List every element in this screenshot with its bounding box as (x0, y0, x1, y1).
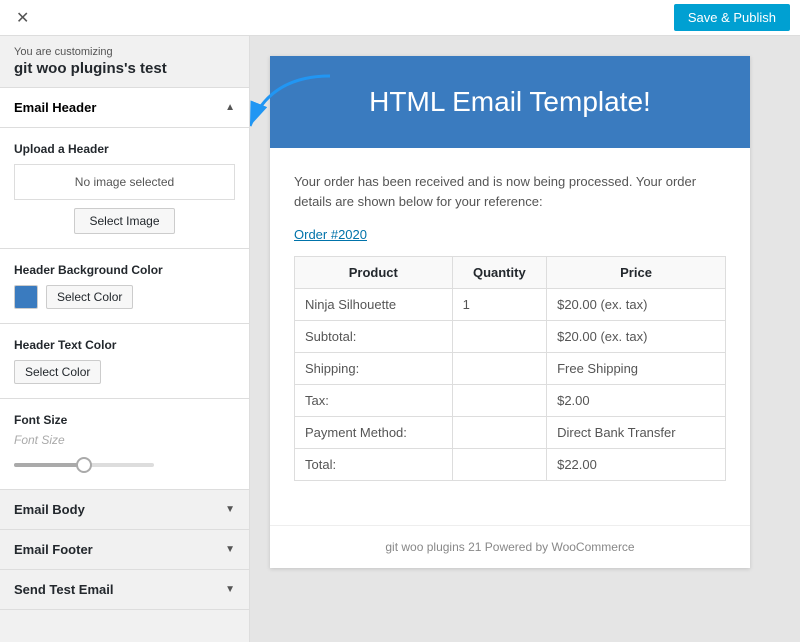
header-bg-color-section: Header Background Color Select Color (0, 249, 249, 324)
email-body-label: Email Body (14, 502, 85, 517)
font-size-title: Font Size (14, 413, 235, 427)
table-cell: $20.00 (ex. tax) (547, 321, 726, 353)
email-footer-text: git woo plugins 21 Powered by WooCommerc… (385, 540, 634, 554)
upload-header-section: Upload a Header No image selected Select… (0, 128, 249, 249)
table-cell: Tax: (295, 385, 453, 417)
table-cell: Free Shipping (547, 353, 726, 385)
email-footer-section[interactable]: Email Footer ▼ (0, 530, 249, 570)
header-bg-color-title: Header Background Color (14, 263, 235, 277)
chevron-down-icon: ▼ (225, 504, 235, 515)
chevron-down-icon-3: ▼ (225, 584, 235, 595)
email-footer-label: Email Footer (14, 542, 93, 557)
table-row: Subtotal: $20.00 (ex. tax) (295, 321, 726, 353)
table-cell: Direct Bank Transfer (547, 417, 726, 449)
send-test-email-label: Send Test Email (14, 582, 113, 597)
image-placeholder: No image selected (14, 164, 235, 200)
email-header: HTML Email Template! (270, 56, 750, 148)
table-cell: Subtotal: (295, 321, 453, 353)
font-size-slider-fill (14, 463, 84, 467)
table-cell (452, 385, 547, 417)
font-size-slider-container (14, 455, 235, 475)
table-cell: 1 (452, 289, 547, 321)
save-publish-button[interactable]: Save & Publish (674, 4, 790, 31)
email-body: Your order has been received and is now … (270, 148, 750, 525)
main-layout: You are customizing git woo plugins's te… (0, 36, 800, 642)
email-footer: git woo plugins 21 Powered by WooCommerc… (270, 525, 750, 568)
send-test-email-section[interactable]: Send Test Email ▼ (0, 570, 249, 610)
sidebar: You are customizing git woo plugins's te… (0, 36, 250, 642)
email-header-section[interactable]: Email Header ▲ (0, 88, 249, 128)
font-size-placeholder: Font Size (14, 433, 235, 447)
table-cell (452, 417, 547, 449)
content-area: HTML Email Template! Your order has been… (250, 36, 800, 642)
order-intro-text: Your order has been received and is now … (294, 172, 726, 211)
header-text-color-section: Header Text Color Select Color (0, 324, 249, 399)
header-bg-color-swatch[interactable] (14, 285, 38, 309)
font-size-section: Font Size Font Size (0, 399, 249, 490)
table-cell (452, 321, 547, 353)
table-cell: Shipping: (295, 353, 453, 385)
table-row: Payment Method: Direct Bank Transfer (295, 417, 726, 449)
order-table: Product Quantity Price Ninja Silhouette1… (294, 256, 726, 481)
header-text-color-title: Header Text Color (14, 338, 235, 352)
header-text-select-color-button[interactable]: Select Color (14, 360, 101, 384)
table-row: Tax: $2.00 (295, 385, 726, 417)
table-cell: Ninja Silhouette (295, 289, 453, 321)
customizing-label: You are customizing (0, 36, 249, 60)
header-bg-color-row: Select Color (14, 285, 235, 309)
email-preview: HTML Email Template! Your order has been… (270, 56, 750, 568)
preview-wrapper: HTML Email Template! Your order has been… (270, 56, 780, 622)
table-header-row: Product Quantity Price (295, 257, 726, 289)
table-cell: Payment Method: (295, 417, 453, 449)
table-cell: $2.00 (547, 385, 726, 417)
header-bg-select-color-button[interactable]: Select Color (46, 285, 133, 309)
table-row: Ninja Silhouette1$20.00 (ex. tax) (295, 289, 726, 321)
chevron-up-icon: ▲ (225, 102, 235, 113)
table-cell (452, 449, 547, 481)
table-row: Total: $22.00 (295, 449, 726, 481)
select-image-button[interactable]: Select Image (74, 208, 174, 234)
email-header-label: Email Header (14, 100, 96, 115)
chevron-down-icon-2: ▼ (225, 544, 235, 555)
email-header-title: HTML Email Template! (294, 86, 726, 118)
table-cell: $22.00 (547, 449, 726, 481)
font-size-slider-track (14, 463, 154, 467)
col-product: Product (295, 257, 453, 289)
table-cell: Total: (295, 449, 453, 481)
table-cell: $20.00 (ex. tax) (547, 289, 726, 321)
top-bar: ✕ Save & Publish (0, 0, 800, 36)
table-row: Shipping: Free Shipping (295, 353, 726, 385)
header-text-color-row: Select Color (14, 360, 235, 384)
col-price: Price (547, 257, 726, 289)
col-quantity: Quantity (452, 257, 547, 289)
customizing-title: git woo plugins's test (0, 60, 249, 88)
order-link[interactable]: Order #2020 (294, 227, 726, 242)
table-cell (452, 353, 547, 385)
upload-title: Upload a Header (14, 142, 235, 156)
font-size-slider-thumb[interactable] (76, 457, 92, 473)
email-body-section[interactable]: Email Body ▼ (0, 490, 249, 530)
close-button[interactable]: ✕ (10, 6, 35, 30)
order-table-body: Ninja Silhouette1$20.00 (ex. tax)Subtota… (295, 289, 726, 481)
